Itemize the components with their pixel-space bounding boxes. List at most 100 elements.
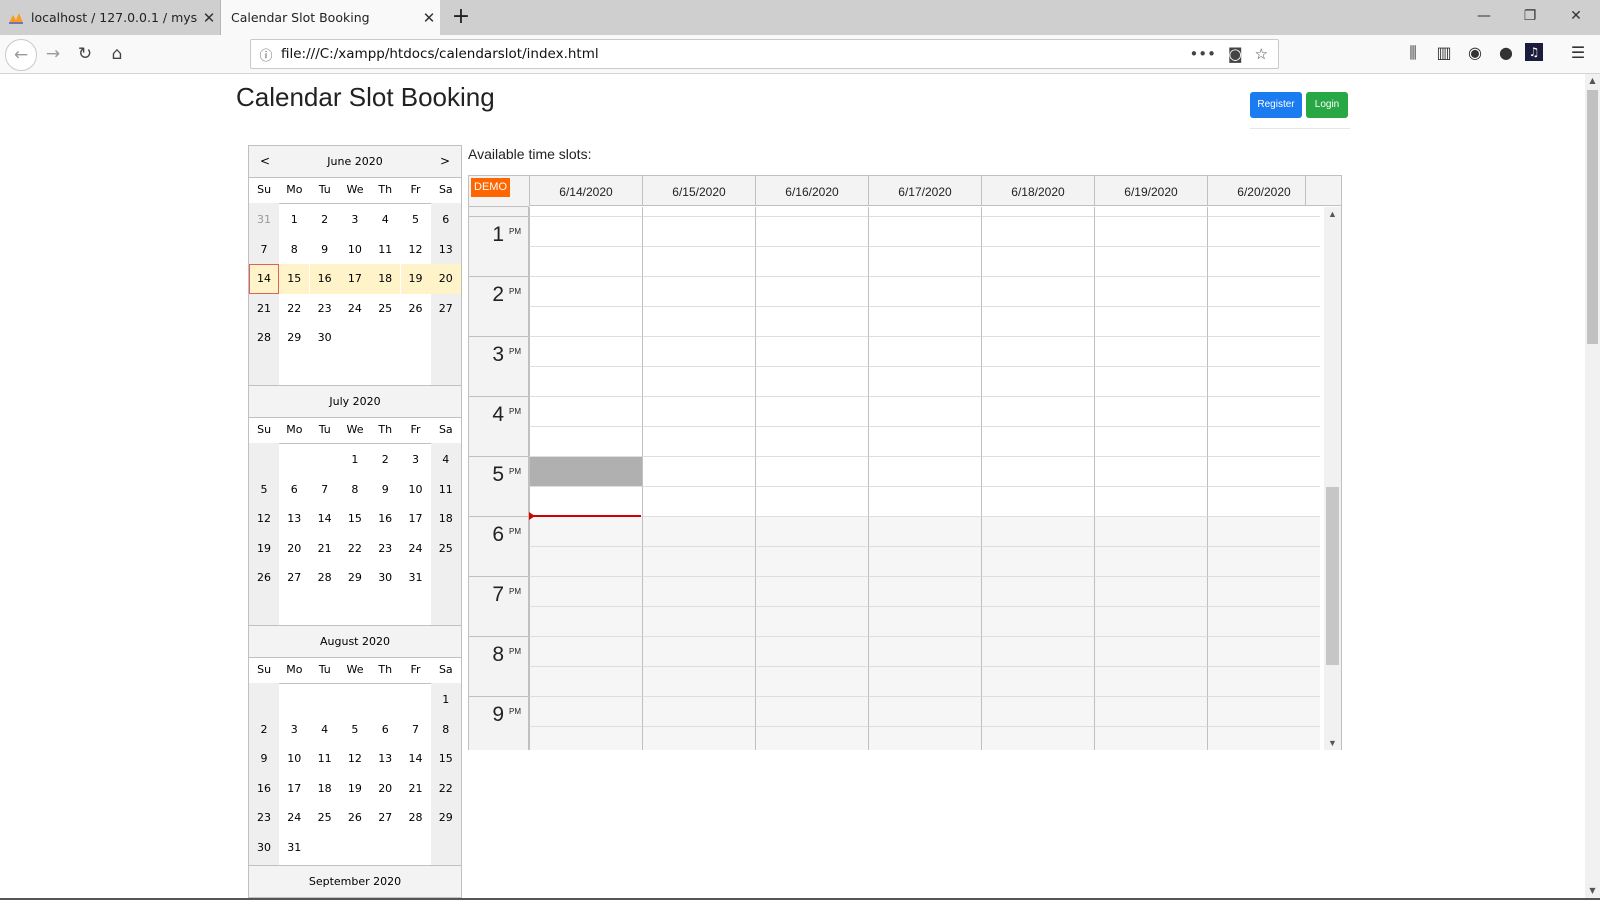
navigator-day[interactable]: 25	[310, 803, 340, 833]
time-slot[interactable]	[981, 457, 1094, 487]
time-slot[interactable]	[529, 697, 642, 727]
time-slot[interactable]	[1094, 277, 1207, 307]
address-bar[interactable]: ⓘ file:///C:/xampp/htdocs/calendarslot/i…	[250, 39, 1279, 69]
time-slot[interactable]	[1094, 207, 1207, 217]
time-slot[interactable]	[868, 427, 981, 457]
navigator-day[interactable]: 4	[431, 445, 461, 475]
navigator-day[interactable]: 16	[370, 504, 400, 534]
navigator-day[interactable]: 13	[370, 744, 400, 774]
navigator-day[interactable]: 20	[279, 534, 309, 564]
navigator-day[interactable]: 28	[249, 323, 279, 353]
navigator-day[interactable]: 12	[340, 744, 370, 774]
time-slot[interactable]	[1207, 547, 1320, 577]
time-slot[interactable]	[868, 307, 981, 337]
navigator-day[interactable]: 16	[309, 264, 340, 294]
navigator-day[interactable]: 3	[279, 715, 309, 745]
time-slot[interactable]	[642, 637, 755, 667]
time-slot[interactable]	[755, 667, 868, 697]
time-slot[interactable]	[981, 607, 1094, 637]
navigator-day[interactable]: 4	[370, 205, 400, 235]
navigator-day[interactable]: 1	[279, 205, 309, 235]
time-slot[interactable]	[981, 337, 1094, 367]
time-slot[interactable]	[529, 727, 642, 750]
navigator-day[interactable]: 6	[370, 715, 400, 745]
time-slot[interactable]	[868, 247, 981, 277]
scrollbar-thumb[interactable]	[1326, 487, 1339, 665]
time-slot[interactable]	[642, 427, 755, 457]
time-slot[interactable]	[1094, 577, 1207, 607]
time-slot[interactable]	[868, 487, 981, 517]
booked-time-slot[interactable]	[529, 457, 642, 487]
reload-button[interactable]: ↻	[70, 39, 100, 69]
scroll-up-icon[interactable]: ▲	[1585, 76, 1600, 85]
time-slot[interactable]	[981, 427, 1094, 457]
time-slot[interactable]	[529, 547, 642, 577]
navigator-day[interactable]: 22	[340, 534, 370, 564]
time-slot[interactable]	[1094, 727, 1207, 750]
navigator-day[interactable]: 22	[279, 294, 309, 324]
time-slot[interactable]	[755, 607, 868, 637]
next-month-button[interactable]: >	[435, 146, 455, 177]
navigator-day[interactable]: 30	[249, 833, 279, 863]
time-slot[interactable]	[642, 397, 755, 427]
time-slot[interactable]	[1094, 367, 1207, 397]
time-slot[interactable]	[1207, 487, 1320, 517]
time-slot[interactable]	[981, 667, 1094, 697]
time-slot[interactable]	[868, 697, 981, 727]
time-slot[interactable]	[755, 277, 868, 307]
time-slot[interactable]	[529, 397, 642, 427]
navigator-day[interactable]: 11	[431, 475, 461, 505]
time-slot[interactable]	[755, 307, 868, 337]
time-slot[interactable]	[868, 547, 981, 577]
time-slot[interactable]	[981, 277, 1094, 307]
time-slot[interactable]	[642, 517, 755, 547]
time-slot[interactable]	[868, 607, 981, 637]
scroll-down-icon[interactable]: ▼	[1585, 886, 1600, 895]
prev-month-button[interactable]: <	[255, 146, 275, 177]
day-column-header[interactable]: 6/17/2020	[868, 176, 981, 206]
time-slot[interactable]	[868, 727, 981, 750]
day-column-header[interactable]: 6/15/2020	[642, 176, 755, 206]
time-slot[interactable]	[755, 457, 868, 487]
navigator-day[interactable]: 7	[310, 475, 340, 505]
time-slot[interactable]	[755, 697, 868, 727]
time-slot[interactable]	[1094, 427, 1207, 457]
navigator-day[interactable]: 21	[249, 294, 279, 324]
time-slot[interactable]	[868, 277, 981, 307]
navigator-day[interactable]: 23	[370, 534, 400, 564]
tab-calendar-slot-booking[interactable]: Calendar Slot Booking ✕	[221, 0, 440, 35]
login-button[interactable]: Login	[1306, 92, 1348, 118]
minimize-icon[interactable]: —	[1461, 0, 1507, 35]
time-slot[interactable]	[981, 397, 1094, 427]
time-slot[interactable]	[755, 207, 868, 217]
navigator-day[interactable]: 12	[249, 504, 279, 534]
navigator-day[interactable]: 13	[279, 504, 309, 534]
calendar-scrollbar[interactable]: ▲ ▼	[1324, 207, 1341, 750]
navigator-day[interactable]: 2	[310, 205, 340, 235]
time-slot[interactable]	[529, 307, 642, 337]
time-slot[interactable]	[755, 217, 868, 247]
time-slot[interactable]	[981, 727, 1094, 750]
window-close-icon[interactable]: ✕	[1553, 0, 1599, 35]
navigator-day[interactable]: 10	[279, 744, 309, 774]
time-slot[interactable]	[755, 427, 868, 457]
navigator-day[interactable]: 6	[279, 475, 309, 505]
navigator-day[interactable]: 1	[340, 445, 370, 475]
navigator-day[interactable]: 14	[249, 264, 279, 294]
navigator-day[interactable]: 17	[401, 504, 431, 534]
time-slot[interactable]	[1094, 697, 1207, 727]
bookmark-star-icon[interactable]: ☆	[1255, 45, 1268, 63]
time-slot[interactable]	[642, 667, 755, 697]
navigator-day[interactable]: 5	[401, 205, 431, 235]
url-text[interactable]: file:///C:/xampp/htdocs/calendarslot/ind…	[281, 46, 1189, 62]
time-slot[interactable]	[1207, 367, 1320, 397]
time-slot[interactable]	[642, 547, 755, 577]
navigator-day[interactable]: 1	[431, 685, 461, 715]
navigator-day[interactable]: 3	[340, 205, 370, 235]
navigator-day[interactable]: 9	[310, 235, 340, 265]
time-slot[interactable]	[755, 727, 868, 750]
navigator-day[interactable]: 26	[340, 803, 370, 833]
navigator-day[interactable]: 25	[370, 294, 400, 324]
time-slot[interactable]	[1207, 337, 1320, 367]
navigator-day[interactable]: 18	[310, 774, 340, 804]
